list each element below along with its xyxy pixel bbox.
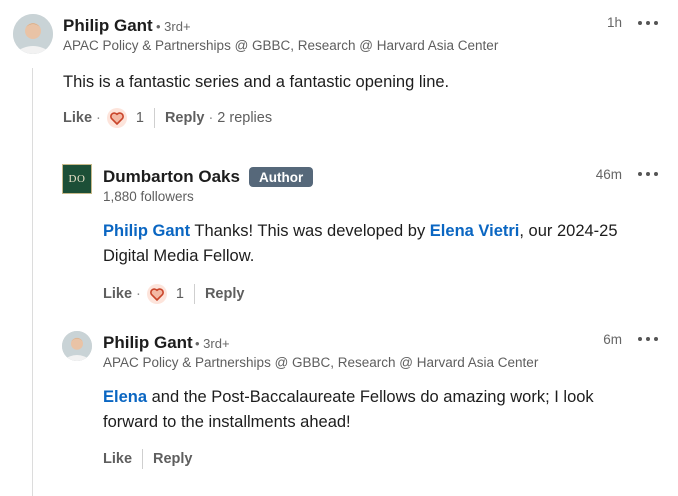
text-segment: , our 2024-25 (519, 222, 618, 240)
author-headline: APAC Policy & Partnerships @ GBBC, Resea… (63, 38, 499, 53)
heart-reaction-icon[interactable] (146, 284, 167, 304)
separator-dot: · (208, 110, 214, 126)
mention-link[interactable]: Elena (103, 388, 147, 406)
author-headline: APAC Policy & Partnerships @ GBBC, Resea… (103, 355, 539, 370)
reply-button[interactable]: Reply (153, 451, 193, 467)
text-segment: Digital Media Fellow. (103, 247, 255, 265)
like-button[interactable]: Like (103, 451, 132, 467)
text-segment: Thanks! This was developed by (190, 222, 430, 240)
comment-actions: Like · 1 Reply (103, 283, 244, 305)
text-segment: forward to the installments ahead! (103, 413, 351, 431)
comment-author-name[interactable]: Dumbarton Oaks (103, 167, 240, 187)
author-badge: Author (249, 167, 314, 187)
mention-link[interactable]: Elena Vietri (430, 222, 520, 240)
divider (153, 108, 155, 128)
more-options-icon[interactable] (638, 17, 658, 29)
mention-link[interactable]: Philip Gant (103, 222, 190, 240)
comment-time: 46m (595, 167, 622, 182)
more-options-icon[interactable] (638, 333, 658, 345)
avatar[interactable] (62, 331, 92, 361)
thread-line (32, 68, 33, 496)
comment-author-name[interactable]: Philip Gant (63, 16, 153, 36)
comment-text: Philip Gant Thanks! This was developed b… (103, 219, 643, 269)
like-button[interactable]: Like (63, 110, 92, 126)
comment-actions: Like Reply (103, 448, 193, 470)
like-button[interactable]: Like (103, 286, 132, 302)
comment-text: Elena and the Post-Baccalaureate Fellows… (103, 385, 643, 435)
replies-count[interactable]: 2 replies (217, 110, 272, 126)
text-segment: and the Post-Baccalaureate Fellows do am… (147, 388, 594, 406)
follower-count: 1,880 followers (103, 189, 194, 204)
separator-dot: · (136, 286, 141, 302)
reply-button[interactable]: Reply (165, 110, 205, 126)
separator-dot: · (96, 110, 101, 126)
avatar[interactable] (13, 14, 53, 54)
heart-reaction-icon[interactable] (106, 108, 127, 128)
comment-text: This is a fantastic series and a fantast… (63, 73, 450, 91)
divider (193, 284, 195, 304)
company-logo[interactable]: DO (62, 164, 92, 194)
comment-time: 1h (606, 15, 622, 30)
reaction-count[interactable]: 1 (136, 110, 144, 126)
comment-actions: Like · 1 Reply · 2 replies (63, 107, 272, 129)
more-options-icon[interactable] (638, 168, 658, 180)
connection-degree: • 3rd+ (195, 336, 230, 351)
comment-author-name[interactable]: Philip Gant (103, 333, 193, 353)
comment-time: 6m (603, 332, 622, 347)
reply-button[interactable]: Reply (205, 286, 245, 302)
divider (142, 449, 144, 469)
reaction-count[interactable]: 1 (176, 286, 184, 302)
connection-degree: • 3rd+ (156, 19, 191, 34)
